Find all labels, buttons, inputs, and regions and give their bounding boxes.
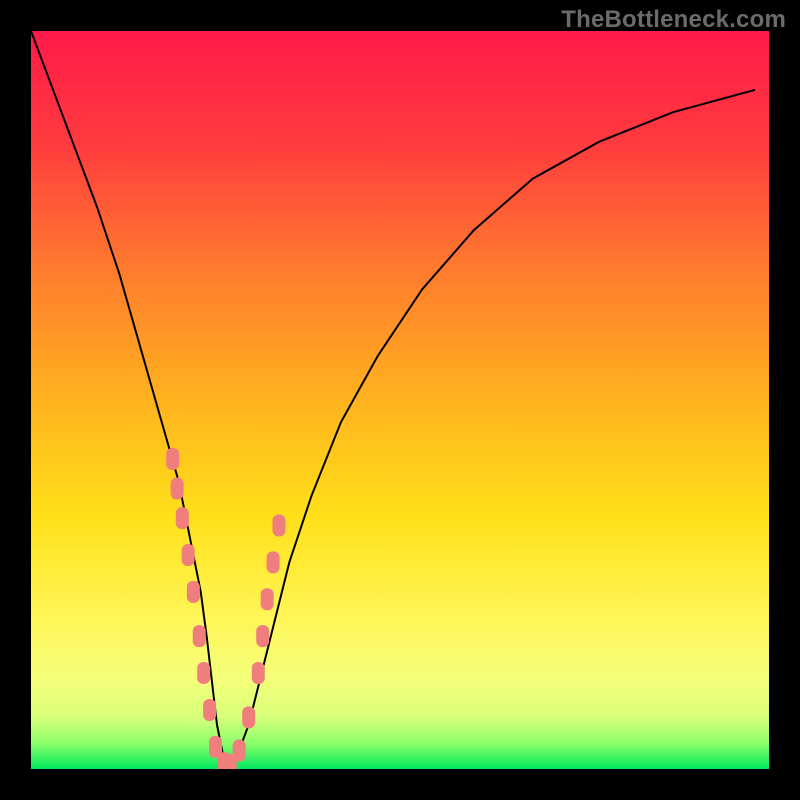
curve-marker bbox=[203, 699, 216, 721]
curve-marker bbox=[272, 514, 285, 536]
curve-marker bbox=[187, 581, 200, 603]
chart-svg bbox=[31, 31, 769, 769]
curve-marker bbox=[242, 706, 255, 728]
curve-marker bbox=[166, 448, 179, 470]
curve-marker bbox=[193, 625, 206, 647]
curve-marker bbox=[171, 478, 184, 500]
curve-marker bbox=[182, 544, 195, 566]
curve-marker bbox=[233, 740, 246, 762]
curve-marker bbox=[176, 507, 189, 529]
plot-area bbox=[31, 31, 769, 769]
curve-marker bbox=[197, 662, 210, 684]
watermark-text: TheBottleneck.com bbox=[561, 6, 786, 34]
curve-marker bbox=[256, 625, 269, 647]
curve-marker bbox=[252, 662, 265, 684]
chart-frame: TheBottleneck.com bbox=[0, 0, 800, 800]
curve-marker bbox=[261, 588, 274, 610]
curve-marker bbox=[267, 551, 280, 573]
bottleneck-curve bbox=[31, 31, 754, 765]
